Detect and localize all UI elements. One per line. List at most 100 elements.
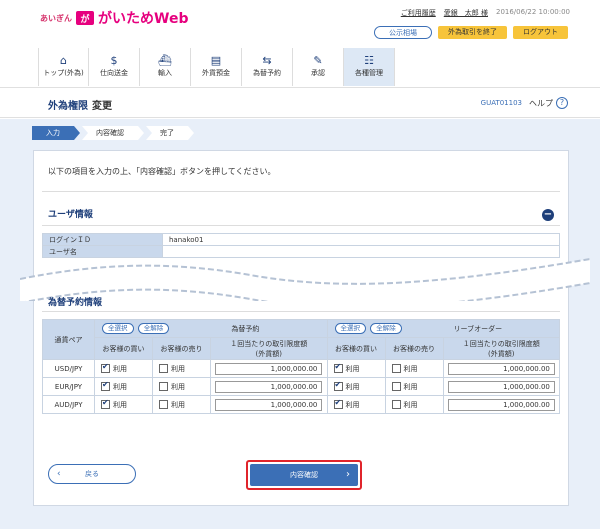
currency-pair: USD/JPY bbox=[42, 359, 95, 378]
col-sell: お客様の売り bbox=[152, 337, 211, 360]
fx-sell-checkbox[interactable] bbox=[159, 382, 168, 391]
group1-label: 為替予約 bbox=[231, 324, 260, 333]
nav-item[interactable]: ✎ 承認 bbox=[293, 48, 344, 86]
limit-amount-input[interactable]: 1,000,000.00 bbox=[447, 398, 555, 411]
leave-buy-checkbox[interactable] bbox=[333, 398, 343, 409]
col-limit: １回当たりの取引限度額 (外貨額) bbox=[442, 337, 560, 360]
back-button[interactable]: ‹ 戻る bbox=[48, 464, 136, 484]
home-icon: ⌂ bbox=[60, 54, 67, 67]
nav-label: トップ(外為) bbox=[43, 69, 84, 77]
end-fx-button[interactable]: 外為取引を終了 bbox=[438, 26, 507, 39]
confirm-button[interactable]: 内容確認 › bbox=[250, 464, 358, 486]
fx-sell-cell: 利用 bbox=[152, 395, 211, 414]
limit-amount-input[interactable]: 1,000,000.00 bbox=[215, 398, 323, 411]
table-row: ログインＩＤ hanako01 bbox=[42, 233, 560, 246]
brand-small: あいぎん bbox=[40, 13, 72, 23]
nav-label: 仕向送金 bbox=[100, 69, 128, 77]
leave-sell-checkbox[interactable] bbox=[391, 364, 401, 373]
use-label: 利用 bbox=[113, 364, 127, 373]
fx-buy-checkbox[interactable] bbox=[101, 398, 110, 409]
table-row: AUD/JPY 利用 利用 1,000,000.00 利用 利用 1,000,000.00 bbox=[42, 395, 560, 414]
user-name-link[interactable]: 愛銀 太郎 様 bbox=[444, 8, 488, 18]
leave-sell-cell: 利用 bbox=[384, 395, 444, 414]
fx-buy-cell: 利用 bbox=[94, 395, 153, 414]
help-link[interactable]: ヘルプ ? bbox=[529, 97, 568, 109]
fx-sell-checkbox[interactable] bbox=[159, 400, 168, 409]
table-row: EUR/JPY 利用 利用 1,000,000.00 利用 利用 1,000,000.00 bbox=[42, 377, 560, 396]
table-header-row: お客様の買い お客様の売り １回当たりの取引限度額 (外貨額) お客様の買い お客… bbox=[43, 337, 560, 360]
use-label: 利用 bbox=[403, 382, 418, 391]
confirm-button-highlight: 内容確認 › bbox=[246, 460, 362, 490]
col-limit: １回当たりの取引限度額 (外貨額) bbox=[210, 337, 328, 360]
fx-buy-checkbox[interactable] bbox=[101, 380, 110, 391]
main-nav: ⌂ トップ(外為) $ 仕向送金 ⛴ 輸入 ▤ 外貨預金 ⇆ 為替予約 ✎ 承認 ☷ 各種管理 bbox=[38, 48, 395, 86]
approve-icon: ✎ bbox=[313, 54, 323, 67]
use-label: 利用 bbox=[171, 364, 185, 373]
collapse-icon[interactable]: − bbox=[542, 209, 554, 221]
top-right-info: ご利用履歴 愛銀 太郎 様 2016/06/22 10:00:00 bbox=[401, 8, 570, 18]
omission-wave bbox=[20, 258, 590, 301]
limit-cell: 1,000,000.00 bbox=[210, 359, 328, 378]
header: あいぎん が がいためWeb ご利用履歴 愛銀 太郎 様 2016/06/22 … bbox=[0, 0, 600, 88]
col-buy: お客様の買い bbox=[326, 337, 386, 360]
col-sell: お客様の売り bbox=[384, 337, 444, 360]
admin-icon: ☷ bbox=[364, 54, 374, 67]
step-input: 入力 bbox=[32, 126, 80, 140]
nav-label: 外貨預金 bbox=[202, 69, 230, 77]
limit-amount-input[interactable]: 1,000,000.00 bbox=[215, 362, 323, 375]
currency-pair: AUD/JPY bbox=[42, 395, 95, 414]
limit-amount-input[interactable]: 1,000,000.00 bbox=[215, 380, 323, 393]
limit-cell: 1,000,000.00 bbox=[442, 395, 560, 414]
logo[interactable]: あいぎん が がいためWeb bbox=[40, 8, 188, 28]
limit-cell: 1,000,000.00 bbox=[210, 377, 328, 396]
use-label: 利用 bbox=[113, 382, 127, 391]
limit-cell: 1,000,000.00 bbox=[210, 395, 328, 414]
datetime: 2016/06/22 10:00:00 bbox=[495, 8, 570, 16]
page-subtitle: 変更 bbox=[92, 101, 112, 112]
nav-item[interactable]: ☷ 各種管理 bbox=[344, 48, 395, 86]
leave-buy-checkbox[interactable] bbox=[333, 362, 343, 373]
question-icon: ? bbox=[556, 97, 568, 109]
nav-item[interactable]: ▤ 外貨預金 bbox=[191, 48, 242, 86]
page-title: 外為権限 bbox=[48, 101, 88, 112]
fx-sell-checkbox[interactable] bbox=[159, 364, 168, 373]
screen-id: GUAT01103 bbox=[480, 99, 522, 107]
col-limit-line2: (外貨額) bbox=[255, 349, 282, 358]
leave-buy-cell: 利用 bbox=[326, 359, 386, 378]
select-all-button[interactable]: 全選択 bbox=[334, 323, 366, 334]
step-confirm: 内容確認 bbox=[82, 126, 144, 140]
fx-buy-checkbox[interactable] bbox=[101, 362, 110, 373]
col-limit-line1: １回当たりの取引限度額 bbox=[230, 339, 308, 348]
divider bbox=[42, 191, 560, 192]
user-section-title: ユーザ情報 bbox=[48, 210, 93, 220]
clear-all-button[interactable]: 全解除 bbox=[137, 323, 170, 334]
currency-pair-header: 通貨ペア bbox=[42, 319, 95, 360]
limit-amount-input[interactable]: 1,000,000.00 bbox=[447, 362, 555, 375]
rates-button[interactable]: 公示相場 bbox=[374, 26, 432, 39]
instruction-text: 以下の項目を入力の上、「内容確認」ボタンを押してください。 bbox=[48, 167, 276, 176]
limit-amount-input[interactable]: 1,000,000.00 bbox=[447, 380, 555, 393]
leave-sell-checkbox[interactable] bbox=[391, 382, 401, 391]
leave-buy-checkbox[interactable] bbox=[333, 380, 343, 391]
leave-sell-cell: 利用 bbox=[384, 359, 444, 378]
col-limit-line1: １回当たりの取引限度額 bbox=[462, 339, 540, 348]
history-link[interactable]: ご利用履歴 bbox=[401, 8, 436, 18]
use-label: 利用 bbox=[171, 382, 185, 391]
nav-item[interactable]: ⇆ 為替予約 bbox=[242, 48, 293, 86]
fx-buy-cell: 利用 bbox=[94, 377, 153, 396]
fx-permission-table: 通貨ペア 全選択 全解除 為替予約 全選択 全解除 リーブオーダー お客様の買い… bbox=[42, 319, 560, 414]
fx-sell-cell: 利用 bbox=[152, 377, 211, 396]
divider bbox=[42, 225, 560, 226]
logout-button[interactable]: ログアウト bbox=[513, 26, 568, 39]
table-header-row: 通貨ペア 全選択 全解除 為替予約 全選択 全解除 リーブオーダー bbox=[42, 319, 560, 360]
clear-all-button[interactable]: 全解除 bbox=[370, 323, 402, 334]
select-all-button[interactable]: 全選択 bbox=[102, 323, 134, 334]
table-row: USD/JPY 利用 利用 1,000,000.00 利用 利用 1,000,000.00 bbox=[42, 359, 560, 378]
nav-item[interactable]: ⌂ トップ(外為) bbox=[38, 48, 89, 86]
nav-item[interactable]: ⛴ 輸入 bbox=[140, 48, 191, 86]
nav-item[interactable]: $ 仕向送金 bbox=[89, 48, 140, 86]
leave-buy-cell: 利用 bbox=[326, 395, 386, 414]
leave-sell-checkbox[interactable] bbox=[391, 400, 401, 409]
chevron-left-icon: ‹ bbox=[57, 469, 61, 479]
nav-label: 輸入 bbox=[158, 69, 172, 77]
